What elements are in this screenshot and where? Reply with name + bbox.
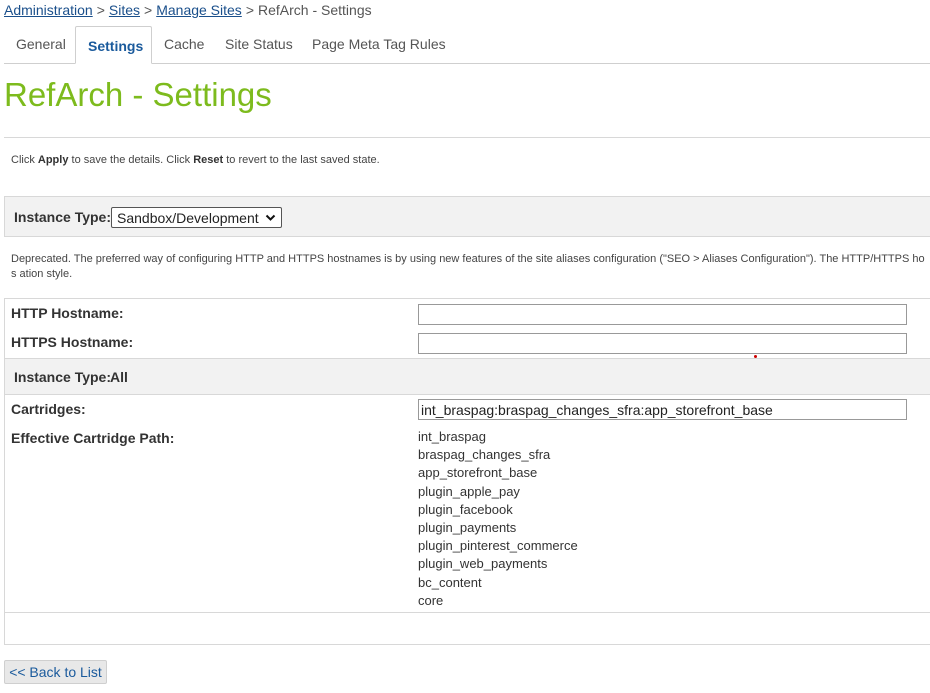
list-item: core <box>418 592 444 608</box>
breadcrumb: Administration > Sites > Manage Sites > RefArc… <box>4 2 372 18</box>
breadcrumb-manage-sites-link[interactable]: Manage Sites <box>156 2 242 18</box>
breadcrumb-current: RefArch - Settings <box>258 2 372 18</box>
tab-page-meta-tag-rules[interactable]: Page Meta Tag Rules <box>300 26 458 62</box>
chevron-down-icon <box>265 208 276 235</box>
divider <box>4 612 930 613</box>
instance-type-selected-value: Sandbox/Development <box>117 210 259 226</box>
http-hostname-input[interactable] <box>418 304 907 325</box>
deprecated-notice: Deprecated. The preferred way of configu… <box>11 253 925 280</box>
https-hostname-label: HTTPS Hostname: <box>11 334 134 350</box>
tab-cache[interactable]: Cache <box>152 26 216 62</box>
help-reset-word: Reset <box>193 154 224 166</box>
instance-type-select[interactable]: Sandbox/Development <box>111 207 282 228</box>
breadcrumb-sites-link[interactable]: Sites <box>109 2 140 18</box>
breadcrumb-separator: > <box>144 2 153 18</box>
breadcrumb-separator: > <box>96 2 105 18</box>
tab-site-status[interactable]: Site Status <box>213 26 305 62</box>
http-hostname-label: HTTP Hostname: <box>11 305 124 321</box>
back-to-list-button[interactable]: << Back to List <box>4 660 107 684</box>
page-title: RefArch - Settings <box>4 76 272 113</box>
list-item: plugin_web_payments <box>418 556 548 572</box>
list-item: plugin_pinterest_commerce <box>418 538 578 554</box>
help-text: Click Apply to save the details. Click R… <box>11 154 380 166</box>
instance-type-label: Instance Type: <box>14 209 111 225</box>
tab-bar: General Settings Cache Site Status Page … <box>4 26 930 64</box>
cartridges-input[interactable] <box>418 399 907 420</box>
effective-cartridge-path-list: int_braspag braspag_changes_sfra app_sto… <box>418 428 578 610</box>
instance-type-all-bar: Instance Type: All <box>4 358 930 395</box>
list-item: plugin_apple_pay <box>418 483 520 499</box>
list-item: app_storefront_base <box>418 465 538 481</box>
divider <box>4 137 930 138</box>
list-item: plugin_facebook <box>418 501 513 517</box>
list-item: plugin_payments <box>418 520 517 536</box>
divider <box>4 644 930 645</box>
help-text-part: Click <box>11 154 38 166</box>
breadcrumb-administration-link[interactable]: Administration <box>4 2 93 18</box>
https-hostname-input[interactable] <box>418 333 907 354</box>
instance-type-all-label: Instance Type: <box>14 369 111 385</box>
effective-cartridge-path-label: Effective Cartridge Path: <box>11 430 175 446</box>
list-item: int_braspag <box>418 429 486 444</box>
list-item: bc_content <box>418 574 482 590</box>
cartridges-label: Cartridges: <box>11 401 86 417</box>
breadcrumb-separator: > <box>245 2 254 18</box>
help-text-part: to save the details. Click <box>68 154 194 166</box>
list-item: braspag_changes_sfra <box>418 447 551 463</box>
form-border <box>4 298 5 644</box>
divider <box>4 298 930 299</box>
instance-type-bar: Instance Type: Sandbox/Development <box>4 196 930 237</box>
help-text-part: to revert to the last saved state. <box>223 154 380 166</box>
help-apply-word: Apply <box>37 154 69 166</box>
tab-settings[interactable]: Settings <box>75 26 152 64</box>
tab-general[interactable]: General <box>4 26 78 62</box>
instance-type-all-value: All <box>110 369 128 385</box>
